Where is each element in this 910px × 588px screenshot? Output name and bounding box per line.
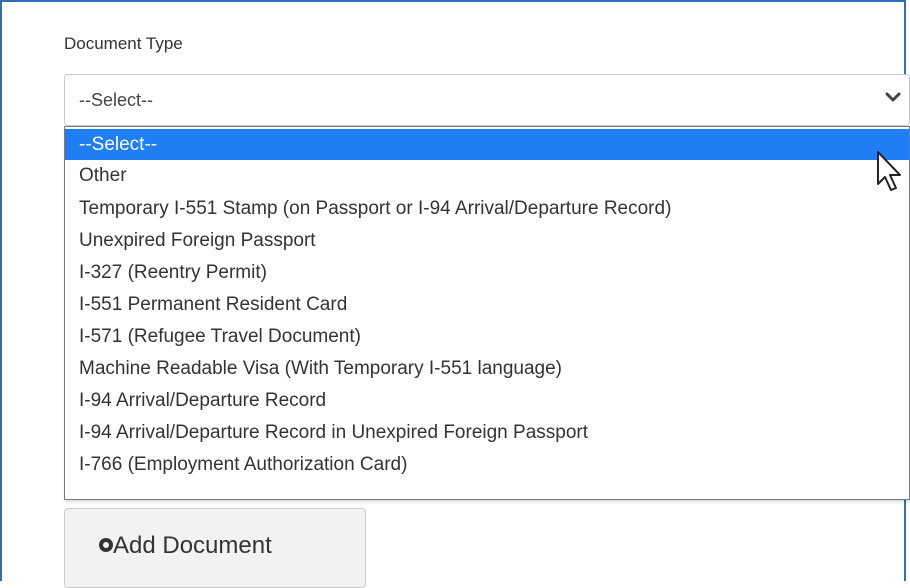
add-document-button[interactable]: Add Document	[64, 508, 366, 588]
option-i94-arrival-departure-record[interactable]: I-94 Arrival/Departure Record	[65, 385, 909, 416]
option-other[interactable]: Other	[65, 160, 909, 191]
circle-plus-icon	[99, 538, 113, 552]
select-current-value: --Select--	[79, 90, 154, 110]
option-machine-readable-visa[interactable]: Machine Readable Visa (With Temporary I-…	[65, 353, 909, 384]
mouse-cursor-icon	[877, 151, 901, 191]
option-unexpired-foreign-passport[interactable]: Unexpired Foreign Passport	[65, 225, 909, 256]
chevron-down-icon	[885, 92, 901, 102]
option-i551-permanent-resident-card[interactable]: I-551 Permanent Resident Card	[65, 289, 909, 320]
option-i94-in-unexpired-passport[interactable]: I-94 Arrival/Departure Record in Unexpir…	[65, 417, 909, 448]
option-select[interactable]: --Select--	[65, 129, 909, 160]
add-document-label: Add Document	[113, 532, 272, 559]
option-i327-reentry-permit[interactable]: I-327 (Reentry Permit)	[65, 257, 909, 288]
document-type-dropdown: --Select-- Other Temporary I-551 Stamp (…	[64, 126, 910, 500]
document-type-label: Document Type	[64, 34, 183, 53]
option-temporary-i551-stamp[interactable]: Temporary I-551 Stamp (on Passport or I-…	[65, 193, 909, 224]
option-i766-employment-authorization-card[interactable]: I-766 (Employment Authorization Card)	[65, 449, 909, 480]
document-type-select[interactable]: --Select--	[64, 74, 910, 126]
option-i571-refugee-travel-document[interactable]: I-571 (Refugee Travel Document)	[65, 321, 909, 352]
